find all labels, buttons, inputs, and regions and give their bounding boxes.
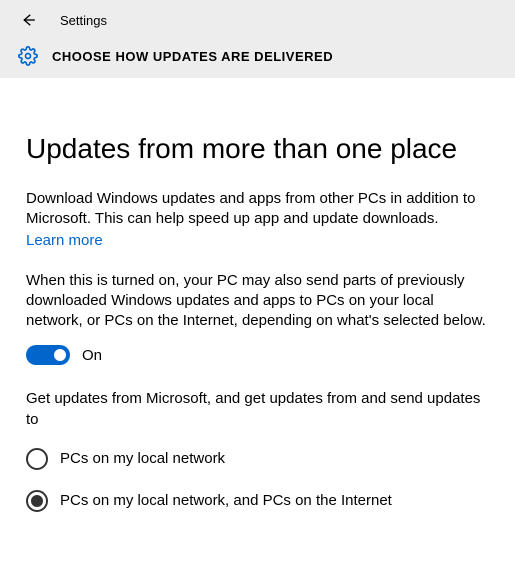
radio-button[interactable]	[26, 490, 48, 512]
toggle-knob	[54, 349, 66, 361]
header-top-row: Settings	[18, 10, 497, 30]
radio-button[interactable]	[26, 448, 48, 470]
radio-label: PCs on my local network, and PCs on the …	[60, 492, 392, 509]
app-title: Settings	[60, 13, 107, 28]
description-paragraph: When this is turned on, your PC may also…	[26, 271, 489, 332]
page-title: CHOOSE HOW UPDATES ARE DELIVERED	[52, 49, 333, 64]
radio-label: PCs on my local network	[60, 450, 225, 467]
header-bottom-row: CHOOSE HOW UPDATES ARE DELIVERED	[18, 46, 497, 66]
arrow-left-icon	[19, 11, 37, 29]
toggle-state-label: On	[82, 347, 102, 364]
toggle-row: On	[26, 345, 489, 365]
delivery-toggle[interactable]	[26, 345, 70, 365]
intro-paragraph: Download Windows updates and apps from o…	[26, 189, 489, 230]
radio-option-internet[interactable]: PCs on my local network, and PCs on the …	[26, 490, 489, 512]
content-area: Updates from more than one place Downloa…	[0, 78, 515, 512]
gear-icon	[18, 46, 38, 66]
back-button[interactable]	[18, 10, 38, 30]
section-heading: Updates from more than one place	[26, 133, 489, 165]
learn-more-link[interactable]: Learn more	[26, 232, 103, 249]
options-prompt: Get updates from Microsoft, and get upda…	[26, 389, 489, 430]
radio-option-local[interactable]: PCs on my local network	[26, 448, 489, 470]
header-bar: Settings CHOOSE HOW UPDATES ARE DELIVERE…	[0, 0, 515, 78]
